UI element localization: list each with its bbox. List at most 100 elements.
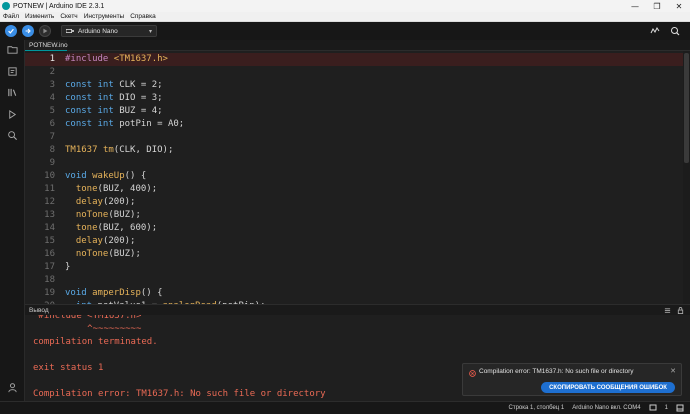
code-line[interactable]: 10 void wakeUp() {	[25, 170, 683, 183]
code-line[interactable]: 1 #include <TM1637.h>	[25, 53, 683, 66]
code-line[interactable]: 6 const int potPin = A0;	[25, 118, 683, 131]
window-controls: — ❐ ✕	[624, 0, 690, 12]
cursor-position[interactable]: Строка 1, столбец 1	[509, 405, 565, 411]
arrow-right-icon	[25, 28, 31, 34]
code-text: delay(200);	[75, 236, 136, 246]
code-text: tone(BUZ, 400);	[75, 184, 158, 194]
code-line[interactable]: 2	[25, 66, 683, 79]
debug-sidebar-icon[interactable]	[7, 109, 18, 120]
board-port-status[interactable]: Arduino Nano вкл. COM4	[572, 405, 640, 411]
code-line[interactable]: 13 noTone(BUZ);	[25, 209, 683, 222]
line-number: 19	[44, 288, 55, 298]
line-number: 1	[49, 54, 55, 64]
copy-error-messages-button[interactable]: СКОПИРОВАТЬ СООБЩЕНИЯ ОШИБОК	[541, 382, 675, 393]
menu-edit[interactable]: Изменить	[22, 13, 57, 20]
search-icon[interactable]	[7, 130, 18, 141]
line-number: 10	[44, 171, 55, 181]
verify-button[interactable]	[5, 25, 17, 37]
output-panel-header: Вывод	[25, 304, 690, 315]
code-text: const int BUZ = 4;	[65, 106, 163, 116]
library-manager-icon[interactable]	[7, 87, 18, 98]
output-line: #include <TM1637.h>	[33, 315, 142, 321]
left-sidebar	[0, 40, 25, 401]
code-line[interactable]: 16 noTone(BUZ);	[25, 248, 683, 261]
code-text: tone(BUZ, 600);	[75, 223, 158, 233]
line-number: 11	[44, 184, 55, 194]
line-number: 15	[44, 236, 55, 246]
debug-icon	[43, 28, 48, 34]
code-text: TM1637 tm(CLK, DIO);	[65, 145, 174, 155]
notifications-icon[interactable]	[649, 404, 657, 412]
menu-help[interactable]: Справка	[127, 13, 159, 20]
line-number: 7	[49, 132, 55, 142]
line-number: 5	[49, 106, 55, 116]
code-text: const int CLK = 2;	[65, 80, 163, 90]
upload-button[interactable]	[22, 25, 34, 37]
code-text: void wakeUp() {	[65, 171, 147, 181]
title-bar: POTNEW | Arduino IDE 2.3.1 — ❐ ✕	[0, 0, 690, 12]
status-bar: Строка 1, столбец 1 Arduino Nano вкл. CO…	[0, 401, 690, 414]
notification-count: 1	[664, 405, 668, 411]
board-name: Arduino Nano	[78, 27, 118, 35]
code-line[interactable]: 19 void amperDisp() {	[25, 287, 683, 300]
code-line[interactable]: 11 tone(BUZ, 400);	[25, 183, 683, 196]
code-line[interactable]: 3 const int CLK = 2;	[25, 79, 683, 92]
menu-tools[interactable]: Инструменты	[81, 13, 128, 20]
code-line[interactable]: 8 TM1637 tm(CLK, DIO);	[25, 144, 683, 157]
code-text: noTone(BUZ);	[75, 210, 141, 220]
tab-label: POTNEW.ino	[29, 41, 68, 49]
account-icon[interactable]	[7, 382, 18, 393]
window-title: POTNEW | Arduino IDE 2.3.1	[13, 2, 105, 10]
code-line[interactable]: 9	[25, 157, 683, 170]
folder-icon[interactable]	[7, 44, 18, 55]
code-text: noTone(BUZ);	[75, 249, 141, 259]
board-selector[interactable]: Arduino Nano ▾	[61, 25, 157, 37]
line-number: 3	[49, 80, 55, 90]
line-number: 4	[49, 93, 55, 103]
code-text: }	[65, 262, 71, 272]
code-line[interactable]: 18	[25, 274, 683, 287]
lock-icon[interactable]	[677, 306, 684, 314]
serial-plotter-icon[interactable]	[650, 26, 660, 36]
line-number: 2	[49, 67, 55, 77]
toolbar: Arduino Nano ▾	[0, 22, 690, 40]
line-number: 17	[44, 262, 55, 272]
output-line: ^~~~~~~~~~	[33, 324, 142, 334]
code-editor[interactable]: 1 #include <TM1637.h> 2 3 const int CLK = 2;…	[25, 51, 690, 304]
code-line[interactable]: 12 delay(200);	[25, 196, 683, 209]
menu-file[interactable]: Файл	[0, 13, 22, 20]
code-text: #include <TM1637.h>	[65, 54, 168, 64]
output-title: Вывод	[29, 306, 49, 314]
code-line[interactable]: 17}	[25, 261, 683, 274]
debug-button[interactable]	[39, 25, 51, 37]
output-line: exit status 1	[33, 363, 104, 373]
code-line[interactable]: 14 tone(BUZ, 600);	[25, 222, 683, 235]
code-line[interactable]: 7	[25, 131, 683, 144]
usb-icon	[66, 28, 74, 34]
code-line[interactable]: 4 const int DIO = 3;	[25, 92, 683, 105]
line-number: 14	[44, 223, 55, 233]
close-window-button[interactable]: ✕	[668, 0, 690, 12]
maximize-button[interactable]: ❐	[646, 0, 668, 12]
lines-icon[interactable]	[664, 307, 671, 314]
arduino-logo-icon	[2, 2, 10, 10]
tab-potnew-ino[interactable]: POTNEW.ino	[25, 40, 68, 51]
code-text: delay(200);	[75, 197, 136, 207]
menu-sketch[interactable]: Скетч	[57, 13, 80, 20]
code-line[interactable]: 5 const int BUZ = 4;	[25, 105, 683, 118]
line-number: 9	[49, 158, 55, 168]
close-icon[interactable]: ✕	[670, 367, 676, 375]
code-text: const int DIO = 3;	[65, 93, 163, 103]
output-line: Compilation error: TM1637.h: No such fil…	[33, 389, 326, 399]
minimize-button[interactable]: —	[624, 0, 646, 12]
line-number: 18	[44, 275, 55, 285]
error-icon	[469, 370, 476, 377]
serial-monitor-icon[interactable]	[670, 26, 680, 36]
board-manager-icon[interactable]	[7, 66, 18, 77]
line-number: 6	[49, 119, 55, 129]
line-number: 8	[49, 145, 55, 155]
layout-icon[interactable]	[676, 404, 684, 412]
line-number: 13	[44, 210, 55, 220]
code-line[interactable]: 15 delay(200);	[25, 235, 683, 248]
editor-scrollbar[interactable]	[683, 51, 690, 304]
